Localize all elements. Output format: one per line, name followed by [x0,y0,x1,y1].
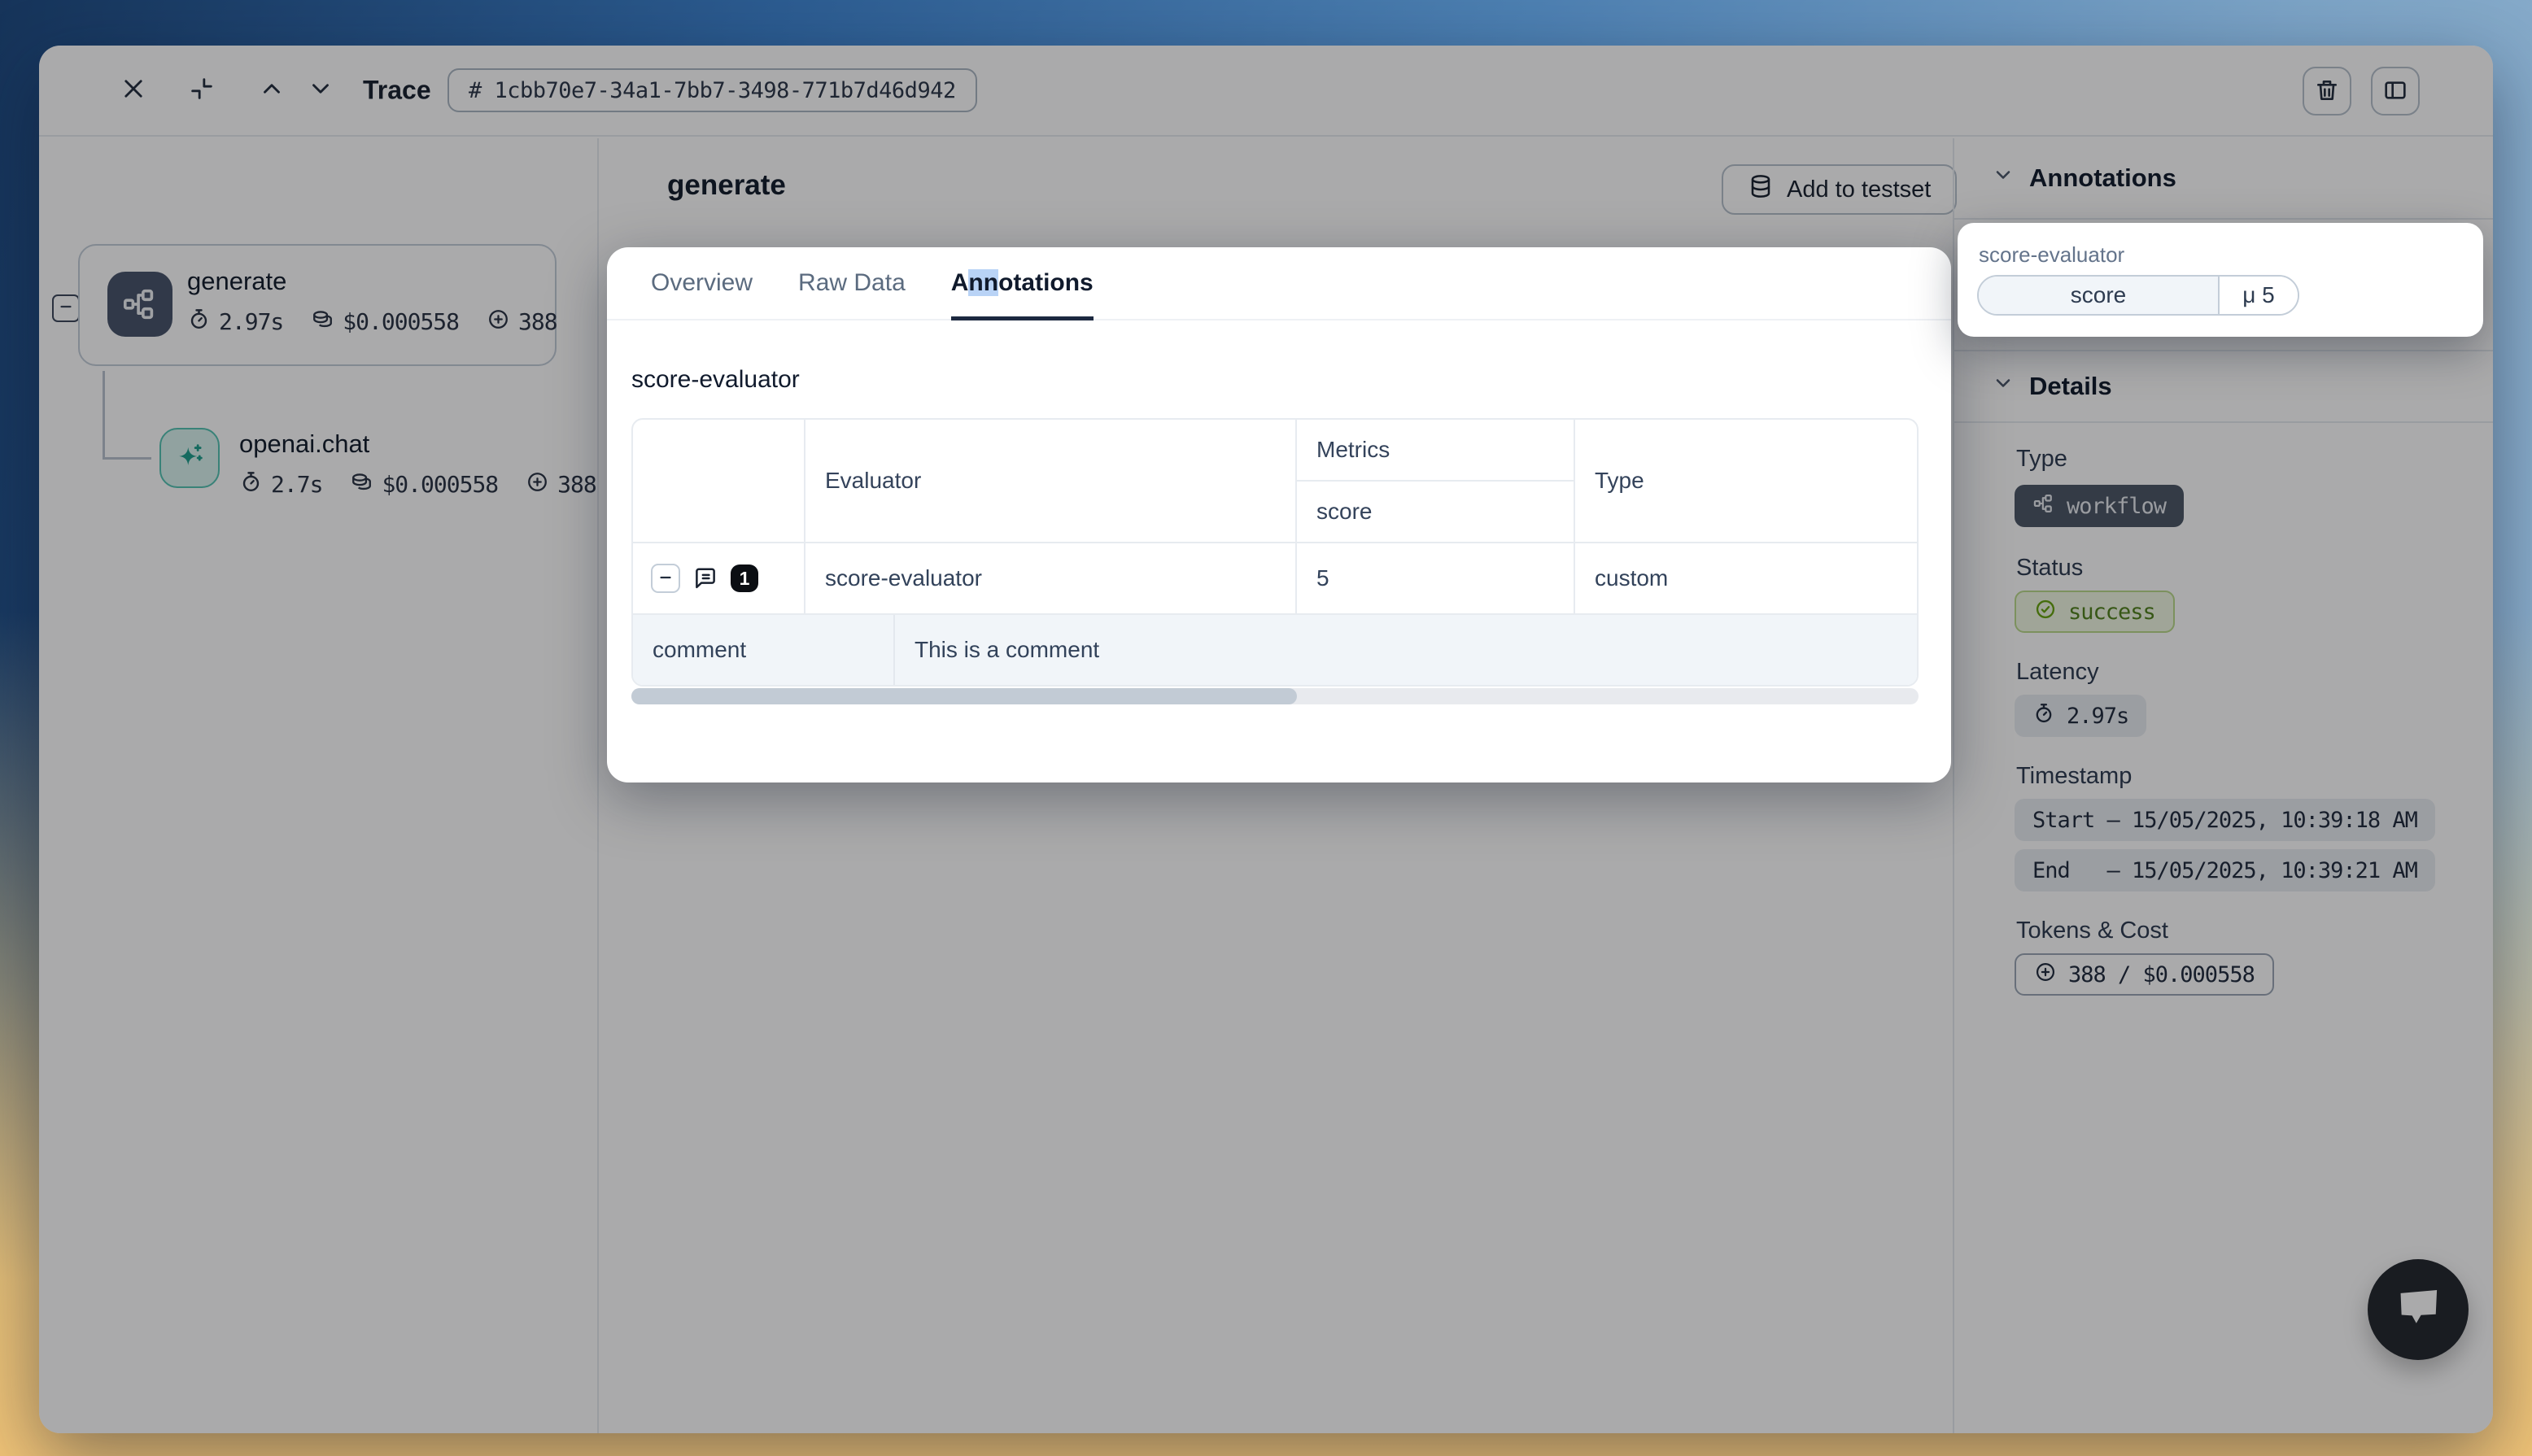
comment-count-badge[interactable]: 1 [731,565,758,592]
table-cell-evaluator: score-evaluator [805,543,1297,615]
tab-label: Annotations [951,269,1094,297]
table-cell-type: custom [1575,543,1917,615]
metric-name: score [1979,277,2220,314]
tab-label: Raw Data [798,269,906,297]
tab-annotations[interactable]: Annotations [928,247,1116,319]
table-cell-score: 5 [1297,543,1575,615]
desktop-background: Trace # 1cbb70e7-34a1-7bb7-3498-771b7d46… [0,0,2532,1456]
text-selection: nn [968,269,998,296]
table-header-metrics: Metrics [1297,420,1575,482]
table-header-type: Type [1575,420,1917,543]
scrollbar-thumb[interactable] [631,688,1297,704]
collapse-row-button[interactable] [651,564,680,593]
tab-raw-data[interactable]: Raw Data [775,247,928,319]
annotation-card: score-evaluator score μ 5 [1958,223,2483,337]
annotation-evaluator-name: score-evaluator [1979,242,2124,268]
tab-label: Overview [651,269,753,297]
table-header-metric-score: score [1297,482,1575,543]
horizontal-scrollbar [631,688,1919,704]
comment-row: comment This is a comment [633,615,1917,685]
annotation-metric-pill[interactable]: score μ 5 [1977,275,2299,316]
trace-window: Trace # 1cbb70e7-34a1-7bb7-3498-771b7d46… [39,46,2493,1433]
table-header-controls [633,420,805,543]
tab-bar: Overview Raw Data Annotations [607,247,1951,320]
annotations-table: Evaluator Metrics score Type 1 score-eva… [631,418,1919,687]
table-row-controls: 1 [633,543,805,615]
table-header-evaluator: Evaluator [805,420,1297,543]
tab-overview[interactable]: Overview [628,247,775,319]
metric-value: μ 5 [2220,277,2298,314]
span-detail-panel: Overview Raw Data Annotations score-eval… [607,247,1951,782]
comment-row-label: comment [633,615,895,685]
evaluator-section-title: score-evaluator [631,366,800,394]
minus-icon [656,568,675,590]
comment-row-value: This is a comment [895,615,1917,685]
comment-icon[interactable] [693,566,718,591]
